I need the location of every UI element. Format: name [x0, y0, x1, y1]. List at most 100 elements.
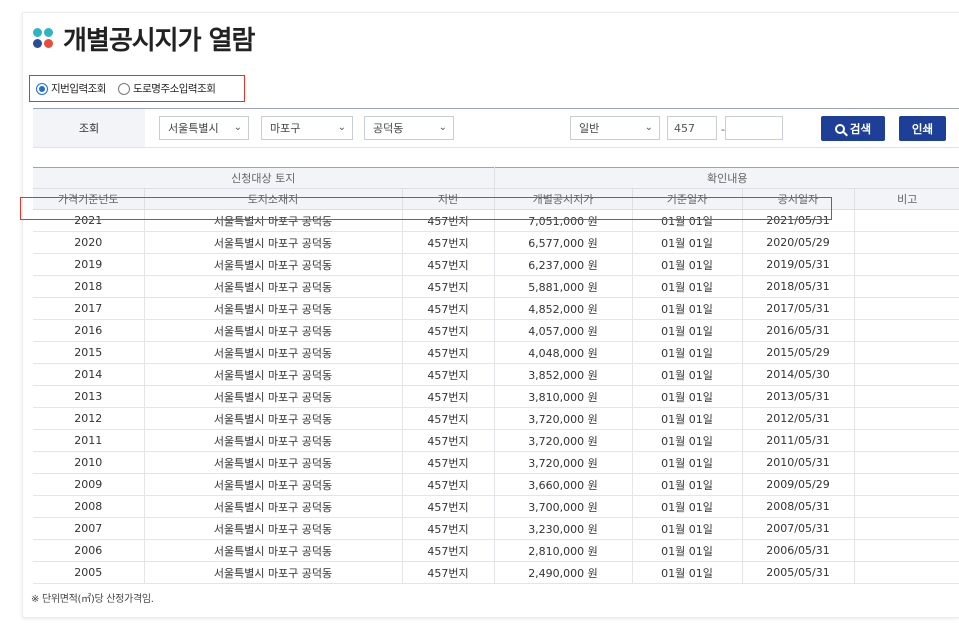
price-cell: 6,237,000 원: [494, 253, 633, 276]
sigungu-select[interactable]: 마포구 ⌄: [261, 116, 353, 140]
price-cell: 3,720,000 원: [494, 407, 633, 430]
jibun-cell: 457번지: [402, 539, 495, 562]
search-button-label: 검색: [849, 121, 872, 136]
location-cell: 서울특별시 마포구 공덕동: [144, 363, 403, 386]
table-row: 2016 서울특별시 마포구 공덕동 457번지 4,057,000 원 01월 01일…: [33, 319, 959, 342]
remark-cell: [854, 561, 959, 584]
remark-cell: [854, 451, 959, 474]
jibun-cell: 457번지: [402, 495, 495, 518]
price-cell: 3,660,000 원: [494, 473, 633, 496]
price-cell: 3,852,000 원: [494, 363, 633, 386]
search-icon: [834, 123, 845, 134]
column-header: 비고: [854, 188, 959, 210]
jibun-cell: 457번지: [402, 385, 495, 408]
location-cell: 서울특별시 마포구 공덕동: [144, 495, 403, 518]
column-header: 토지소재지: [144, 188, 403, 210]
radio-jibun[interactable]: 지번입력조회: [36, 81, 106, 96]
price-cell: 6,577,000 원: [494, 231, 633, 254]
remark-cell: [854, 385, 959, 408]
content-panel: 개별공시지가 열람 지번입력조회 도로명주소입력조회 조회 서울특별시 ⌄ 마포…: [22, 12, 959, 618]
table-row: 2006 서울특별시 마포구 공덕동 457번지 2,810,000 원 01월 01일…: [33, 539, 959, 562]
location-cell: 서울특별시 마포구 공덕동: [144, 209, 403, 232]
announce-date-cell: 2012/05/31: [742, 407, 855, 430]
radio-unselected-icon[interactable]: [117, 82, 130, 95]
table-row: 2014 서울특별시 마포구 공덕동 457번지 3,852,000 원 01월 01일…: [33, 363, 959, 386]
location-cell: 서울특별시 마포구 공덕동: [144, 517, 403, 540]
column-header: 기준일자: [632, 188, 743, 210]
land-type-select[interactable]: 일반 ⌄: [570, 116, 660, 140]
location-cell: 서울특별시 마포구 공덕동: [144, 429, 403, 452]
jibun-cell: 457번지: [402, 473, 495, 496]
remark-cell: [854, 231, 959, 254]
base-date-cell: 01월 01일: [632, 209, 743, 232]
location-cell: 서울특별시 마포구 공덕동: [144, 297, 403, 320]
price-cell: 4,048,000 원: [494, 341, 633, 364]
jibun-cell: 457번지: [402, 275, 495, 298]
page-title: 개별공시지가 열람: [63, 25, 255, 56]
chevron-down-icon: ⌄: [337, 122, 346, 133]
base-date-cell: 01월 01일: [632, 407, 743, 430]
remark-cell: [854, 517, 959, 540]
price-table: 신청대상 토지 확인내용 가격기준년도 토지소재지 지번 개별공시지가 기준일자 공시일자…: [33, 167, 959, 584]
radio-road-address[interactable]: 도로명주소입력조회: [117, 81, 216, 96]
table-row: 2020 서울특별시 마포구 공덕동 457번지 6,577,000 원 01월 01일…: [33, 231, 959, 254]
price-cell: 5,881,000 원: [494, 275, 633, 298]
base-date-cell: 01월 01일: [632, 253, 743, 276]
group-header-confirmation: 확인내용: [494, 167, 959, 189]
remark-cell: [854, 473, 959, 496]
jibun-cell: 457번지: [402, 561, 495, 584]
year-cell: 2011: [33, 429, 145, 452]
year-cell: 2009: [33, 473, 145, 496]
radio-selected-icon[interactable]: [36, 82, 48, 95]
remark-cell: [854, 429, 959, 452]
base-date-cell: 01월 01일: [632, 451, 743, 474]
base-date-cell: 01월 01일: [632, 297, 743, 320]
year-cell: 2014: [33, 363, 145, 386]
search-button[interactable]: 검색: [821, 116, 885, 141]
price-cell: 4,057,000 원: [494, 319, 633, 342]
table-row: 2012 서울특별시 마포구 공덕동 457번지 3,720,000 원 01월 01일…: [33, 407, 959, 430]
dong-select-value: 공덕동: [373, 122, 404, 135]
location-cell: 서울특별시 마포구 공덕동: [144, 385, 403, 408]
remark-cell: [854, 319, 959, 342]
search-mode-radio-group: 지번입력조회 도로명주소입력조회: [29, 75, 245, 102]
unit-footnote: ※ 단위면적(㎡)당 산정가격임.: [31, 594, 154, 605]
bonbun-input[interactable]: 457: [667, 116, 717, 140]
year-cell: 2020: [33, 231, 145, 254]
remark-cell: [854, 297, 959, 320]
remark-cell: [854, 363, 959, 386]
table-row: 2018 서울특별시 마포구 공덕동 457번지 5,881,000 원 01월 01일…: [33, 275, 959, 298]
sido-select-value: 서울특별시: [168, 122, 219, 135]
base-date-cell: 01월 01일: [632, 429, 743, 452]
year-cell: 2019: [33, 253, 145, 276]
year-cell: 2016: [33, 319, 145, 342]
bubun-input[interactable]: [725, 116, 783, 140]
dong-select[interactable]: 공덕동 ⌄: [364, 116, 454, 140]
price-cell: 3,700,000 원: [494, 495, 633, 518]
announce-date-cell: 2013/05/31: [742, 385, 855, 408]
search-bar: 조회 서울특별시 ⌄ 마포구 ⌄ 공덕동 ⌄ 일반 ⌄ 457 - 검색 인쇄: [33, 108, 959, 148]
location-cell: 서울특별시 마포구 공덕동: [144, 451, 403, 474]
price-cell: 3,720,000 원: [494, 451, 633, 474]
location-cell: 서울특별시 마포구 공덕동: [144, 407, 403, 430]
remark-cell: [854, 341, 959, 364]
table-row: 2005 서울특별시 마포구 공덕동 457번지 2,490,000 원 01월 01일…: [33, 561, 959, 584]
year-cell: 2021: [33, 209, 145, 232]
announce-date-cell: 2014/05/30: [742, 363, 855, 386]
print-button[interactable]: 인쇄: [899, 116, 946, 141]
announce-date-cell: 2006/05/31: [742, 539, 855, 562]
base-date-cell: 01월 01일: [632, 517, 743, 540]
location-cell: 서울특별시 마포구 공덕동: [144, 539, 403, 562]
table-row: 2009 서울특별시 마포구 공덕동 457번지 3,660,000 원 01월 01일…: [33, 473, 959, 496]
sido-select[interactable]: 서울특별시 ⌄: [159, 116, 249, 140]
column-header: 공시일자: [742, 188, 855, 210]
year-cell: 2008: [33, 495, 145, 518]
year-cell: 2005: [33, 561, 145, 584]
announce-date-cell: 2011/05/31: [742, 429, 855, 452]
year-cell: 2006: [33, 539, 145, 562]
base-date-cell: 01월 01일: [632, 341, 743, 364]
chevron-down-icon: ⌄: [438, 122, 447, 133]
table-row: 2011 서울특별시 마포구 공덕동 457번지 3,720,000 원 01월 01일…: [33, 429, 959, 452]
table-row: 2021 서울특별시 마포구 공덕동 457번지 7,051,000 원 01월 01일…: [33, 209, 959, 232]
price-cell: 3,230,000 원: [494, 517, 633, 540]
